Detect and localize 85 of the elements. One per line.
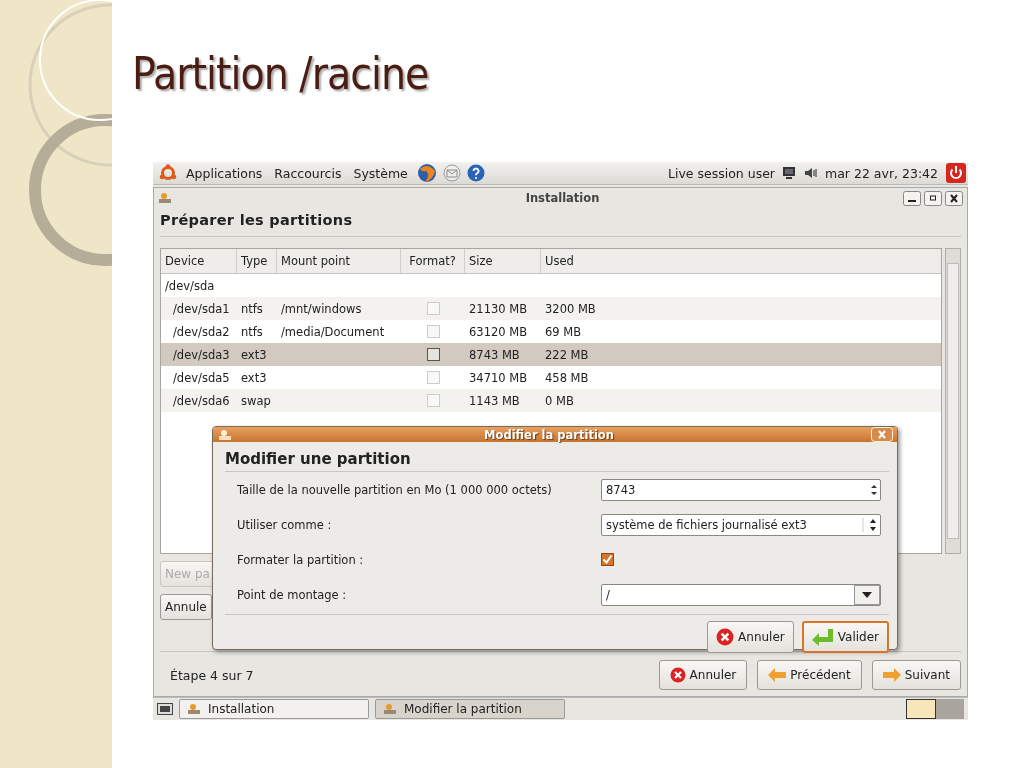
table-cell: ext3 [241,347,267,362]
next-button[interactable]: Suivant [871,660,961,690]
close-icon[interactable] [945,190,963,206]
column-header[interactable]: Format? [401,249,465,273]
scrollbar[interactable] [945,248,961,554]
minimize-icon[interactable] [903,190,921,206]
column-header[interactable]: Used [541,249,621,273]
caret-icon [862,591,872,598]
speaker-icon[interactable] [803,165,819,181]
monitor-icon[interactable] [781,165,797,181]
table-cell: ntfs [241,301,263,316]
cancel-icon [669,667,686,683]
table-cell: swap [241,393,271,408]
table-cell: 34710 MB [469,370,528,385]
installer-icon [158,191,172,205]
maximize-icon[interactable] [924,190,942,206]
mount-point-combo[interactable]: / [601,583,881,606]
table-cell: 458 MB [545,370,589,385]
filesystem-dropdown[interactable]: système de fichiers journalisé ext3 [601,513,881,536]
table-cell: 69 MB [545,324,582,339]
field-label: Taille de la nouvelle partition en Mo (1 000 000 octets) [237,482,553,497]
panel-menu[interactable]: Système [350,165,411,181]
right-arrow-icon [882,668,901,682]
table-cell: /dev/sda5 [173,370,230,385]
validate-button[interactable]: Valider [801,621,889,653]
dialog-heading: Modifier une partition [225,442,889,472]
clock[interactable]: mar 22 avr, 23:42 [825,165,938,181]
table-cell: 0 MB [545,393,574,408]
field-label: Utiliser comme : [237,517,333,532]
table-row[interactable]: /dev/sda3 ext3 8743 MB 222 MB [161,343,941,366]
table-cell: 63120 MB [469,324,528,339]
table-cell: ext3 [241,370,267,385]
panel-menu[interactable]: Raccourcis [271,165,345,181]
column-header[interactable]: Device [161,249,237,273]
taskbar-item[interactable]: Installation [179,699,369,719]
installer-icon [382,702,398,716]
enter-arrow-icon [811,628,834,646]
table-cell: /mnt/windows [281,301,362,316]
partition-button[interactable]: Annule [160,594,212,620]
table-cell: ntfs [241,324,263,339]
table-cell: /dev/sda6 [173,393,230,408]
format-checkbox[interactable] [601,553,614,566]
table-cell: /dev/sda3 [173,347,230,362]
table-row[interactable]: /dev/sda5 ext3 34710 MB 458 MB [161,366,941,389]
table-cell: 8743 MB [469,347,520,362]
left-arrow-icon [768,668,787,682]
table-cell: /dev/sda2 [173,324,230,339]
table-cell: 222 MB [545,347,589,362]
table-row[interactable]: /dev/sda6 swap 1143 MB 0 MB [161,389,941,412]
table-cell: /media/Document [281,324,385,339]
installer-icon [217,427,233,442]
table-cell: 3200 MB [545,301,596,316]
slide-title: Partition /racine [132,47,430,101]
power-icon[interactable] [946,163,966,183]
show-desktop-icon[interactable] [157,701,173,717]
browser-globe-icon[interactable] [416,163,437,183]
table-row[interactable]: /dev/sda1 ntfs /mnt/windows 21130 MB 3200 MB [161,297,941,320]
cancel-button[interactable]: Annuler [658,660,748,690]
table-cell: 21130 MB [469,301,528,316]
workspace-switcher-icon[interactable] [906,699,964,719]
window-title: Installation [524,191,601,205]
table-cell: /dev/sda [165,278,215,293]
field-label: Point de montage : [237,587,348,602]
back-button[interactable]: Précédent [757,660,862,690]
field-label: Formater la partition : [237,552,365,567]
taskbar-item[interactable]: Modifier la partition [375,699,565,719]
column-header[interactable]: Mount point [277,249,401,273]
column-header[interactable]: Type [237,249,277,273]
ubuntu-logo-icon [159,164,177,182]
format-checkbox[interactable] [426,348,440,361]
page-heading: Préparer les partitions [160,208,961,237]
size-spin-field[interactable]: 8743 [601,478,881,501]
table-row[interactable]: /dev/sda [161,274,941,297]
step-indicator: Étape 4 sur 7 [169,667,254,683]
column-header[interactable]: Size [465,249,541,273]
table-row[interactable]: /dev/sda2 ntfs /media/Document 63120 MB 69 MB [161,320,941,343]
table-cell: 1143 MB [469,393,520,408]
cancel-button[interactable]: Annuler [707,621,794,653]
panel-menu[interactable]: Applications [183,165,266,181]
dialog-title: Modifier la partition [483,427,615,442]
cancel-icon [716,628,735,646]
table-cell: /dev/sda1 [173,301,230,316]
help-icon[interactable] [466,164,485,182]
session-user-label[interactable]: Live session user [668,165,775,181]
installer-icon [186,702,202,716]
